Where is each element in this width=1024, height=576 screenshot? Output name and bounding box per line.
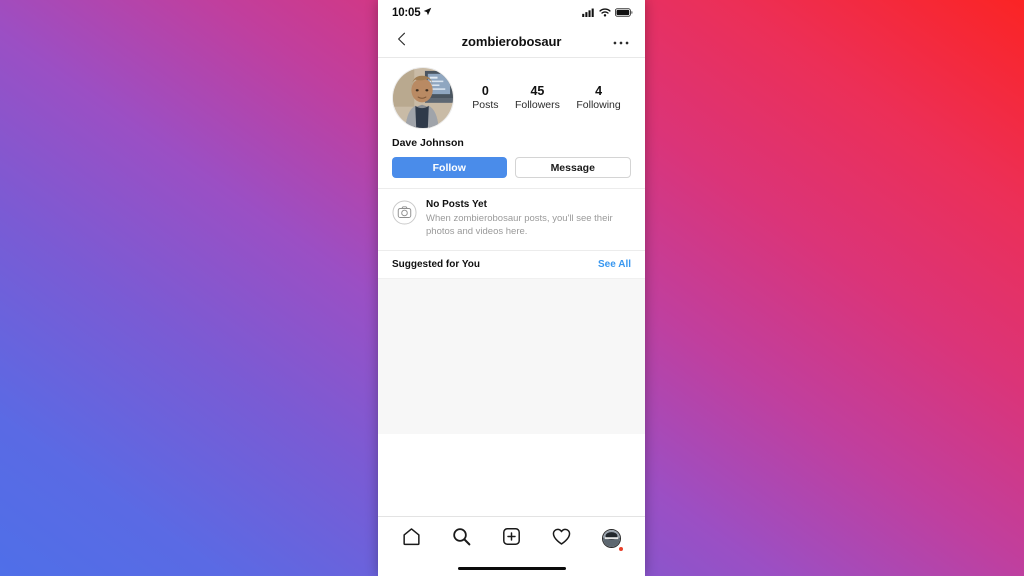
more-options-button[interactable]: [610, 31, 632, 53]
stat-posts-label: Posts: [472, 99, 499, 112]
back-button[interactable]: [391, 31, 413, 53]
plus-square-icon: [501, 526, 522, 552]
stat-posts[interactable]: 0 Posts: [472, 84, 498, 113]
bottom-tab-bar: [378, 516, 645, 560]
stat-following[interactable]: 4 Following: [576, 84, 620, 113]
content-filler: [378, 434, 645, 516]
avatar[interactable]: [392, 67, 454, 129]
wifi-icon: [599, 4, 611, 22]
stat-followers[interactable]: 45 Followers: [515, 84, 560, 113]
stat-posts-value: 0: [481, 83, 489, 98]
profile-actions: Follow Message: [378, 149, 645, 188]
battery-full-icon: [615, 4, 633, 22]
follow-button[interactable]: Follow: [392, 157, 507, 178]
stat-followers-label: Followers: [514, 99, 560, 112]
location-arrow-icon: [423, 7, 432, 19]
home-indicator[interactable]: [457, 566, 566, 570]
message-button[interactable]: Message: [514, 157, 631, 178]
app-header: zombierobosaur: [378, 26, 645, 58]
status-time: 10:05: [392, 7, 421, 19]
see-all-link[interactable]: See All: [598, 259, 631, 270]
search-icon: [451, 526, 472, 552]
no-posts-text: No Posts Yet When zombierobosaur posts, …: [426, 198, 613, 238]
profile-full-name: Dave Johnson: [392, 137, 464, 149]
home-icon: [401, 526, 422, 552]
profile-avatar-icon: [602, 529, 622, 548]
status-indicators: [582, 4, 633, 22]
cellular-signal-icon: [582, 4, 595, 22]
status-time-group: 10:05: [392, 7, 432, 19]
tab-add-post[interactable]: [496, 524, 526, 554]
tab-activity[interactable]: [547, 524, 577, 554]
no-posts-description-line1: When zombierobosaur posts, you'll see th…: [426, 212, 613, 224]
chevron-left-icon: [396, 32, 408, 51]
desktop-backdrop: 10:05 zombierobosaur 0 Posts 45 Follower…: [0, 0, 1024, 576]
suggested-title: Suggested for You: [392, 259, 480, 271]
tab-home[interactable]: [396, 524, 426, 554]
no-posts-section: No Posts Yet When zombierobosaur posts, …: [378, 188, 645, 250]
more-options-icon: [613, 33, 629, 51]
stat-followers-value: 45: [530, 83, 545, 98]
camera-circle-icon: [392, 200, 417, 225]
stat-following-value: 4: [595, 83, 603, 98]
phone-screen: 10:05 zombierobosaur 0 Posts 45 Follower…: [378, 0, 645, 576]
suggested-list-area: [378, 278, 645, 435]
tab-profile[interactable]: [597, 524, 627, 554]
no-posts-title: No Posts Yet: [426, 199, 487, 210]
profile-summary: 0 Posts 45 Followers 4 Following: [378, 58, 645, 135]
notification-dot: [618, 546, 623, 551]
status-bar: 10:05: [378, 0, 645, 26]
no-posts-description-line2: photos and videos here.: [426, 225, 528, 237]
page-title: zombierobosaur: [461, 34, 562, 49]
profile-stats: 0 Posts 45 Followers 4 Following: [454, 84, 631, 113]
home-indicator-area: [378, 560, 645, 576]
heart-icon: [551, 526, 572, 552]
tab-search[interactable]: [446, 524, 476, 554]
suggested-header: Suggested for You See All: [378, 250, 645, 278]
stat-following-label: Following: [576, 99, 621, 112]
